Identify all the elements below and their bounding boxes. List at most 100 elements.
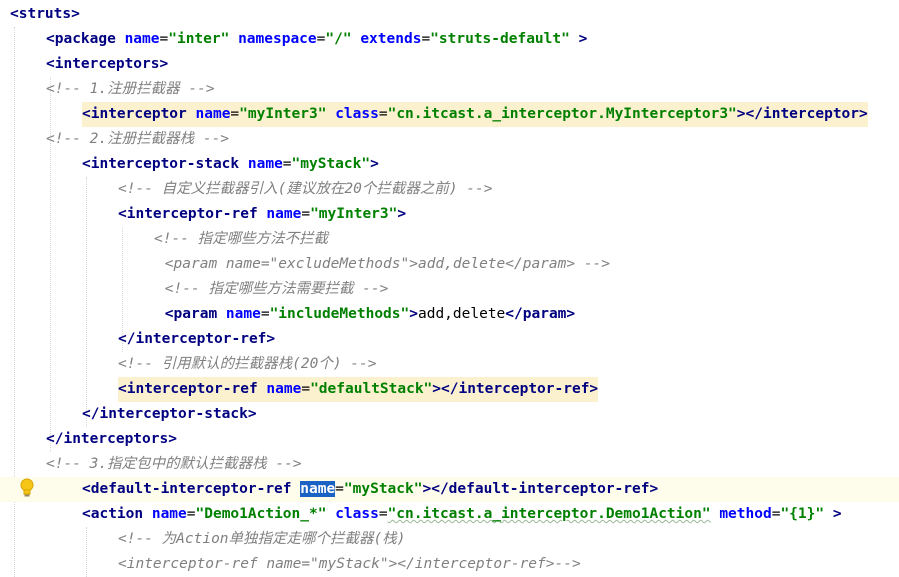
token: <interceptor-ref (118, 381, 267, 397)
token: "Demo1Action_*" (195, 506, 327, 522)
token: "myInter3" (310, 206, 398, 222)
token: = (301, 206, 311, 222)
code-line[interactable]: <interceptor name="myInter3" class="cn.i… (0, 102, 899, 127)
code-text: <package name="inter" namespace="/" exte… (46, 27, 587, 52)
code-editor[interactable]: <struts> <package name="inter" namespace=… (0, 0, 899, 577)
token: > (159, 56, 169, 72)
token: "defaultStack" (310, 381, 433, 397)
code-text: </interceptors> (46, 427, 177, 452)
lightbulb-icon[interactable] (20, 478, 34, 498)
code-text: <interceptors> (46, 52, 168, 77)
code-text: <interceptor-stack name="myStack"> (82, 152, 379, 177)
token: extends (360, 31, 422, 47)
code-line[interactable]: <default-interceptor-ref name="myStack">… (0, 477, 899, 502)
token: = (282, 156, 292, 172)
code-text: <interceptor-ref name="myInter3"> (118, 202, 406, 227)
token: > (578, 31, 588, 47)
token: > (409, 306, 418, 322)
token: = (421, 31, 431, 47)
code-line[interactable]: <interceptor-stack name="myStack"> (0, 152, 899, 177)
token: <param (164, 306, 226, 322)
code-text: </interceptor-stack> (82, 402, 257, 427)
code-line[interactable]: <!-- 指定哪些方法需要拦截 --> (0, 277, 899, 302)
token: class (335, 506, 379, 522)
code-line[interactable]: <interceptors> (0, 52, 899, 77)
highlighted-code: <interceptor name="myInter3" class="cn.i… (82, 102, 868, 127)
token: = (335, 481, 344, 497)
code-text: </interceptor-ref> (118, 327, 275, 352)
token: </interceptors> (46, 431, 177, 447)
token: = (378, 106, 388, 122)
code-line[interactable]: <action name="Demo1Action_*" class="cn.i… (0, 502, 899, 527)
code-line[interactable]: <!-- 引用默认的拦截器栈(20个) --> (0, 352, 899, 377)
token: > (422, 481, 432, 497)
token: "myInter3" (239, 106, 327, 122)
code-line[interactable]: </interceptor-ref> (0, 327, 899, 352)
token: </interceptor-ref> (118, 331, 276, 347)
code-text: <action name="Demo1Action_*" class="cn.i… (82, 502, 842, 527)
token: <interceptor-ref (118, 206, 267, 222)
token: "{1}" (780, 506, 825, 522)
code-line[interactable]: </interceptors> (0, 427, 899, 452)
code-line[interactable]: <!-- 3.指定包中的默认拦截器栈 --> (0, 452, 899, 477)
code-line[interactable]: <!-- 2.注册拦截器栈 --> (0, 127, 899, 152)
token: "cn.itcast.a_interceptor.Demo1Action" (387, 506, 711, 522)
token: <!-- 指定哪些方法不拦截 (154, 231, 329, 247)
code-line[interactable]: <struts> (0, 2, 899, 27)
token: > (370, 156, 379, 172)
code-text: <!-- 1.注册拦截器 --> (46, 77, 215, 102)
token: "struts-default" (430, 31, 570, 47)
code-line[interactable]: <interceptor-ref name="myInter3"> (0, 202, 899, 227)
code-text: <!-- 指定哪些方法不拦截 (154, 227, 328, 252)
token: class (335, 106, 379, 122)
code-line[interactable]: </interceptor-stack> (0, 402, 899, 427)
code-text: <param name="includeMethods">add,delete<… (165, 302, 575, 327)
token: </param> (505, 306, 576, 322)
token: name (247, 156, 283, 172)
token: > (736, 106, 746, 122)
code-text: <!-- 指定哪些方法需要拦截 --> (165, 277, 389, 302)
code-text: <!-- 2.注册拦截器栈 --> (46, 127, 229, 152)
token: <!-- 2.注册拦截器栈 --> (46, 131, 230, 147)
token: = (260, 306, 270, 322)
token: name (266, 381, 302, 397)
token: "myStack" (343, 481, 423, 497)
code-line[interactable]: <!-- 自定义拦截器引入(建议放在20个拦截器之前) --> (0, 177, 899, 202)
token: name (124, 31, 160, 47)
token: <!-- 3.指定包中的默认拦截器栈 --> (46, 456, 302, 472)
code-line[interactable]: <param name="includeMethods">add,delete<… (0, 302, 899, 327)
token: name (151, 506, 187, 522)
token: <!-- 指定哪些方法需要拦截 --> (164, 281, 389, 297)
token: > (832, 506, 842, 522)
token: <!-- 为Action单独指定走哪个拦截器(栈) (118, 531, 406, 547)
code-text: <!-- 引用默认的拦截器栈(20个) --> (118, 352, 377, 377)
token: </interceptor> (745, 106, 868, 122)
token: = (301, 381, 311, 397)
token: = (378, 506, 388, 522)
token: <default-interceptor-ref (82, 481, 301, 497)
code-line[interactable]: <param name="excludeMethods">add,delete<… (0, 252, 899, 277)
code-line[interactable]: <interceptor-ref name="defaultStack"></i… (0, 377, 899, 402)
token: name (266, 206, 302, 222)
code-line[interactable]: <!-- 1.注册拦截器 --> (0, 77, 899, 102)
code-line[interactable]: <interceptor-ref name="myStack"></interc… (0, 552, 899, 577)
token: "includeMethods" (269, 306, 410, 322)
code-line[interactable]: <!-- 为Action单独指定走哪个拦截器(栈) (0, 527, 899, 552)
highlighted-code: <interceptor-ref name="defaultStack"></i… (118, 377, 599, 402)
code-line[interactable]: <package name="inter" namespace="/" exte… (0, 27, 899, 52)
code-text: <struts> (10, 2, 80, 27)
code-line[interactable]: <!-- 指定哪些方法不拦截 (0, 227, 899, 252)
token: = (186, 506, 196, 522)
token: <action (82, 506, 152, 522)
token: <!-- 自定义拦截器引入(建议放在20个拦截器之前) --> (118, 181, 493, 197)
token: "inter" (168, 31, 230, 47)
selected-token: name (300, 481, 336, 497)
token: <interceptors (46, 56, 160, 72)
token: </default-interceptor-ref> (431, 481, 659, 497)
token: > (397, 206, 407, 222)
